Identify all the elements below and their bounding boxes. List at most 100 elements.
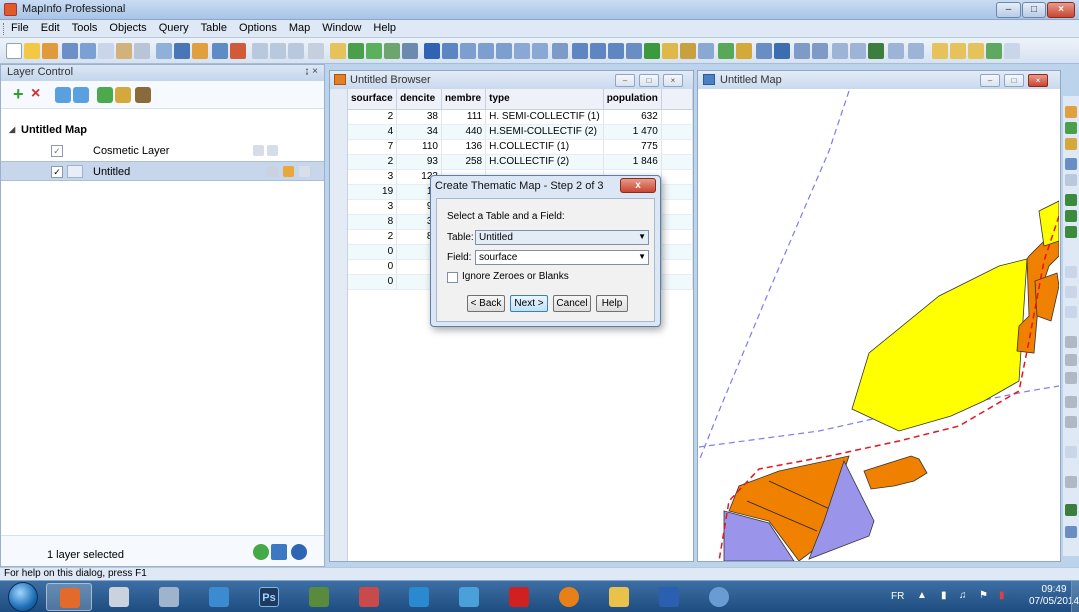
map-minimize-button[interactable]: – xyxy=(980,74,1000,87)
menu-tools[interactable]: Tools xyxy=(71,22,99,34)
table-row[interactable]: 7 110 136 H.COLLECTIF (1) 775 xyxy=(348,139,694,155)
move-up-icon[interactable] xyxy=(55,87,71,103)
ruler-icon[interactable] xyxy=(736,43,752,59)
taskbar-archicad[interactable] xyxy=(296,583,342,611)
cell[interactable]: 34 xyxy=(396,124,442,140)
layout-icon[interactable] xyxy=(174,43,190,59)
taskbar-sketch[interactable] xyxy=(446,583,492,611)
cell[interactable]: 258 xyxy=(441,154,487,170)
browser-restore-button[interactable]: □ xyxy=(639,74,659,87)
cell[interactable]: 4 xyxy=(348,124,398,140)
grapher-icon[interactable] xyxy=(192,43,208,59)
new-table-icon[interactable] xyxy=(6,43,22,59)
show-statistics-icon[interactable] xyxy=(868,43,884,59)
copy-icon[interactable] xyxy=(270,43,286,59)
workspace-packager-icon[interactable] xyxy=(968,43,984,59)
save-workspace-icon[interactable] xyxy=(80,43,96,59)
menu-table[interactable]: Table xyxy=(200,22,228,34)
cell[interactable]: H.COLLECTIF (2) xyxy=(485,154,604,170)
clip-region-icon[interactable] xyxy=(812,43,828,59)
map-titlebar[interactable]: Untitled Map – □ × xyxy=(698,71,1060,89)
reshape-tool-icon[interactable] xyxy=(1065,306,1077,318)
symbol-style-icon[interactable] xyxy=(1065,354,1077,366)
taskbar-acrobat[interactable] xyxy=(496,583,542,611)
layer-properties-icon[interactable] xyxy=(97,87,113,103)
cell[interactable]: 0 xyxy=(348,244,398,260)
hotlink-icon[interactable] xyxy=(662,43,678,59)
orange-parcel[interactable] xyxy=(1034,272,1059,322)
cell[interactable]: 775 xyxy=(603,139,662,155)
info-tool-icon[interactable] xyxy=(644,43,660,59)
menu-window[interactable]: Window xyxy=(321,22,362,34)
cell[interactable]: 2 xyxy=(348,154,398,170)
polygon-select-icon[interactable] xyxy=(478,43,494,59)
cell[interactable]: 0 xyxy=(348,259,398,275)
cell[interactable]: H.COLLECTIF (1) xyxy=(485,139,604,155)
show-desktop-button[interactable] xyxy=(1071,581,1079,612)
selectable-icon[interactable] xyxy=(283,166,294,177)
add-layer-icon[interactable]: + xyxy=(13,85,29,103)
orange-parcel[interactable] xyxy=(863,455,928,490)
dialog-titlebar[interactable]: Create Thematic Map - Step 2 of 3 x xyxy=(431,176,660,196)
editable-icon[interactable] xyxy=(267,166,278,177)
label-properties-icon[interactable] xyxy=(135,87,151,103)
pin-icon[interactable]: ↨ × xyxy=(304,66,318,77)
paste-icon[interactable] xyxy=(288,43,304,59)
zoom-in-icon[interactable] xyxy=(572,43,588,59)
browse-icon[interactable] xyxy=(212,43,228,59)
arc-tool-icon[interactable] xyxy=(1065,158,1077,170)
frame-tool-icon[interactable] xyxy=(1065,286,1077,298)
open-workspace-icon[interactable] xyxy=(42,43,58,59)
minimize-button[interactable]: – xyxy=(996,2,1021,18)
digitizer-icon[interactable] xyxy=(1004,43,1020,59)
reshape-icon[interactable] xyxy=(832,43,848,59)
menu-help[interactable]: Help xyxy=(372,22,397,34)
yellow-parcel[interactable] xyxy=(851,258,1028,432)
invert-selection-icon[interactable] xyxy=(532,43,548,59)
symbol-tool-icon[interactable] xyxy=(1065,106,1077,118)
ignore-zeroes-checkbox[interactable] xyxy=(447,272,458,283)
tool-manager-icon[interactable] xyxy=(932,43,948,59)
cell[interactable]: 1 470 xyxy=(603,124,662,140)
unselect-all-icon[interactable] xyxy=(514,43,530,59)
map-icon[interactable] xyxy=(230,43,246,59)
volume-icon[interactable]: ♫ xyxy=(959,590,967,601)
drag-map-icon[interactable] xyxy=(698,43,714,59)
back-button[interactable]: < Back xyxy=(467,295,505,312)
layer-control-icon[interactable] xyxy=(718,43,734,59)
menu-map[interactable]: Map xyxy=(288,22,311,34)
language-indicator[interactable]: FR xyxy=(891,591,904,602)
menu-query[interactable]: Query xyxy=(158,22,190,34)
display-properties-icon[interactable] xyxy=(115,87,131,103)
cut-icon[interactable] xyxy=(252,43,268,59)
field-select[interactable]: sourface ▼ xyxy=(475,250,649,265)
flag-icon[interactable]: ⚑ xyxy=(979,590,988,601)
save-icon[interactable] xyxy=(62,43,78,59)
taskbar-firefox[interactable] xyxy=(546,583,592,611)
cell[interactable]: 1 846 xyxy=(603,154,662,170)
col-header-sourface[interactable]: sourface xyxy=(348,89,398,110)
radius-select-icon[interactable] xyxy=(460,43,476,59)
cell[interactable]: 19 xyxy=(348,184,398,200)
print-icon[interactable] xyxy=(156,43,172,59)
cancel-button[interactable]: Cancel xyxy=(553,295,591,312)
run-program-icon[interactable] xyxy=(950,43,966,59)
browser-titlebar[interactable]: Untitled Browser – □ × xyxy=(330,71,693,89)
text-tool-icon[interactable] xyxy=(1065,266,1077,278)
col-header-population[interactable]: population xyxy=(603,89,662,110)
new-redistrict-icon[interactable] xyxy=(402,43,418,59)
window-cascade-icon[interactable] xyxy=(908,43,924,59)
col-header-nembre[interactable]: nembre xyxy=(441,89,487,110)
network-icon[interactable]: ▮ xyxy=(999,590,1005,601)
taskbar-books[interactable] xyxy=(196,583,242,611)
close-table-icon[interactable] xyxy=(98,43,114,59)
tree-layer-cosmetic[interactable]: ✓ Cosmetic Layer xyxy=(1,141,324,161)
cell[interactable]: 3 xyxy=(348,169,398,185)
taskbar-calculator[interactable] xyxy=(146,583,192,611)
new-browser-icon[interactable] xyxy=(330,43,346,59)
universal-translator-icon[interactable] xyxy=(986,43,1002,59)
label-tool-icon[interactable] xyxy=(680,43,696,59)
select-arrow-icon[interactable] xyxy=(424,43,440,59)
options-icon[interactable] xyxy=(271,544,287,560)
polygon-tool-icon[interactable] xyxy=(1065,174,1077,186)
